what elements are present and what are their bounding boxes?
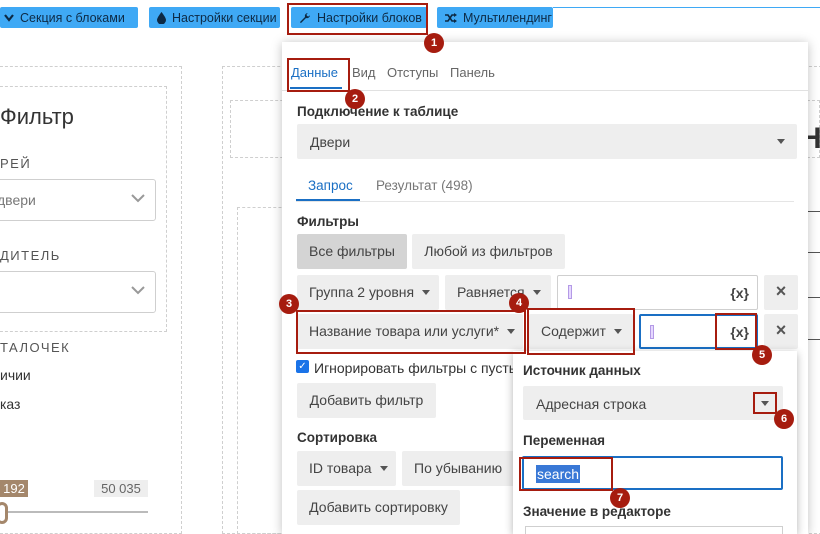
block-settings-button[interactable]: Настройки блоков xyxy=(291,7,427,28)
ignore-empty-checkbox[interactable]: ✓ xyxy=(296,360,309,373)
caret-down-icon[interactable] xyxy=(761,401,769,406)
sort-order-select[interactable]: По убыванию xyxy=(402,451,522,486)
filter-field-select[interactable]: Название товара или услуги* xyxy=(297,314,523,349)
sections-with-blocks-label: Секция с блоками xyxy=(20,10,125,25)
filter-operator-value: Содержит xyxy=(541,323,606,339)
sort-field-select[interactable]: ID товара xyxy=(297,451,396,486)
filter-field-value: Название товара или услуги* xyxy=(309,323,500,339)
sections-with-blocks-button[interactable]: Секция с блоками xyxy=(0,7,138,28)
editor-value-input[interactable] xyxy=(525,526,783,534)
filter-value-input[interactable]: {x} xyxy=(557,275,758,310)
annotation-badge: 1 xyxy=(424,33,444,53)
any-filter-button[interactable]: Любой из фильтров xyxy=(412,234,565,269)
remove-filter-button[interactable]: × xyxy=(764,314,798,349)
caret-down-icon xyxy=(379,465,388,471)
caret-down-icon xyxy=(777,139,785,144)
annotation-badge: 7 xyxy=(610,488,630,508)
chevron-down-icon xyxy=(131,194,145,203)
availability-option-2[interactable]: каз xyxy=(0,396,20,412)
subtab-query[interactable]: Запрос xyxy=(308,178,353,193)
variable-marker xyxy=(650,325,654,339)
variable-marker xyxy=(568,285,572,299)
caret-down-icon xyxy=(422,289,431,295)
wrench-icon xyxy=(299,12,311,24)
table-select[interactable]: Двери xyxy=(297,124,797,159)
editor-value-label: Значение в редакторе xyxy=(523,504,671,519)
all-filters-button[interactable]: Все фильтры xyxy=(297,234,407,269)
annotation-badge: 6 xyxy=(774,409,794,429)
caret-down-icon xyxy=(507,328,516,334)
filter-field-select[interactable]: Группа 2 уровня xyxy=(297,275,439,310)
annotation-badge: 2 xyxy=(345,89,365,109)
price-slider-track[interactable] xyxy=(8,511,148,513)
chevron-down-icon xyxy=(131,286,145,295)
tab-padding[interactable]: Отступы xyxy=(387,65,438,80)
add-sort-button[interactable]: Добавить сортировку xyxy=(297,490,460,525)
caret-down-icon xyxy=(532,289,541,295)
filter-heading: Фильтр xyxy=(0,104,74,129)
availability-option-1[interactable]: ичии xyxy=(0,367,31,383)
subtab-divider xyxy=(296,201,794,202)
filter-field-value: Группа 2 уровня xyxy=(309,284,415,300)
tab-panel[interactable]: Панель xyxy=(450,65,495,80)
ignore-empty-label: Игнорировать фильтры с пусты xyxy=(314,360,519,376)
sort-field-value: ID товара xyxy=(309,460,372,476)
tab-view[interactable]: Вид xyxy=(352,65,376,80)
sorting-label: Сортировка xyxy=(297,430,378,445)
multilanding-button[interactable]: Мультилендинг xyxy=(437,7,553,28)
category-select[interactable]: двери xyxy=(0,179,156,221)
tab-data[interactable]: Данные xyxy=(291,65,338,80)
data-source-value: Адресная строка xyxy=(536,396,647,412)
table-connection-label: Подключение к таблице xyxy=(297,104,459,119)
sort-order-value: По убыванию xyxy=(414,460,503,476)
chevron-down-icon xyxy=(4,13,14,22)
section-settings-button[interactable]: Настройки секции xyxy=(149,7,280,28)
filter-operator-select[interactable]: Содержит xyxy=(529,314,633,349)
manufacturer-select[interactable] xyxy=(0,271,156,313)
data-source-select[interactable]: Адресная строка xyxy=(523,386,783,420)
panel-tabs: Данные Вид Отступы Панель xyxy=(282,42,808,91)
category-value: двери xyxy=(0,192,36,208)
price-max-tag: 50 035 xyxy=(94,480,148,497)
variable-label: Переменная xyxy=(523,433,605,448)
remove-filter-button[interactable]: × xyxy=(764,275,798,310)
add-filter-button[interactable]: Добавить фильтр xyxy=(297,383,436,418)
manufacturer-caption: ДИТЕЛЬ xyxy=(0,248,61,263)
filters-label: Фильтры xyxy=(297,214,359,229)
variable-source-popup: Источник данных Адресная строка Переменн… xyxy=(513,351,797,534)
block-settings-label: Настройки блоков xyxy=(317,10,422,25)
annotation-badge: 3 xyxy=(279,294,299,314)
active-tab-indicator xyxy=(290,87,342,89)
availability-caption: ТАЛОЧЕК xyxy=(0,340,71,355)
drop-icon xyxy=(157,11,166,24)
subtab-result[interactable]: Результат (498) xyxy=(376,178,473,193)
insert-variable-button[interactable]: {x} xyxy=(730,285,749,301)
table-value: Двери xyxy=(310,134,351,150)
section-settings-label: Настройки секции xyxy=(172,10,277,25)
price-min-tag: 192 xyxy=(0,480,28,497)
annotation-badge: 5 xyxy=(752,345,772,365)
annotation-badge: 4 xyxy=(509,293,529,313)
toolbar-line xyxy=(553,7,820,8)
data-source-label: Источник данных xyxy=(523,363,641,378)
insert-variable-button[interactable]: {x} xyxy=(730,324,749,340)
category-caption: РЕЙ xyxy=(0,156,32,171)
filter-operator-select[interactable]: Равняется xyxy=(445,275,551,310)
variable-value: search xyxy=(536,465,581,483)
multilanding-label: Мультилендинг xyxy=(463,10,552,25)
shuffle-icon xyxy=(445,12,457,23)
variable-input[interactable]: search xyxy=(522,456,783,490)
filter-value-input[interactable]: {x} xyxy=(639,314,758,349)
active-subtab-indicator xyxy=(296,199,360,201)
caret-down-icon xyxy=(613,328,622,334)
price-slider-handle[interactable] xyxy=(0,502,8,524)
